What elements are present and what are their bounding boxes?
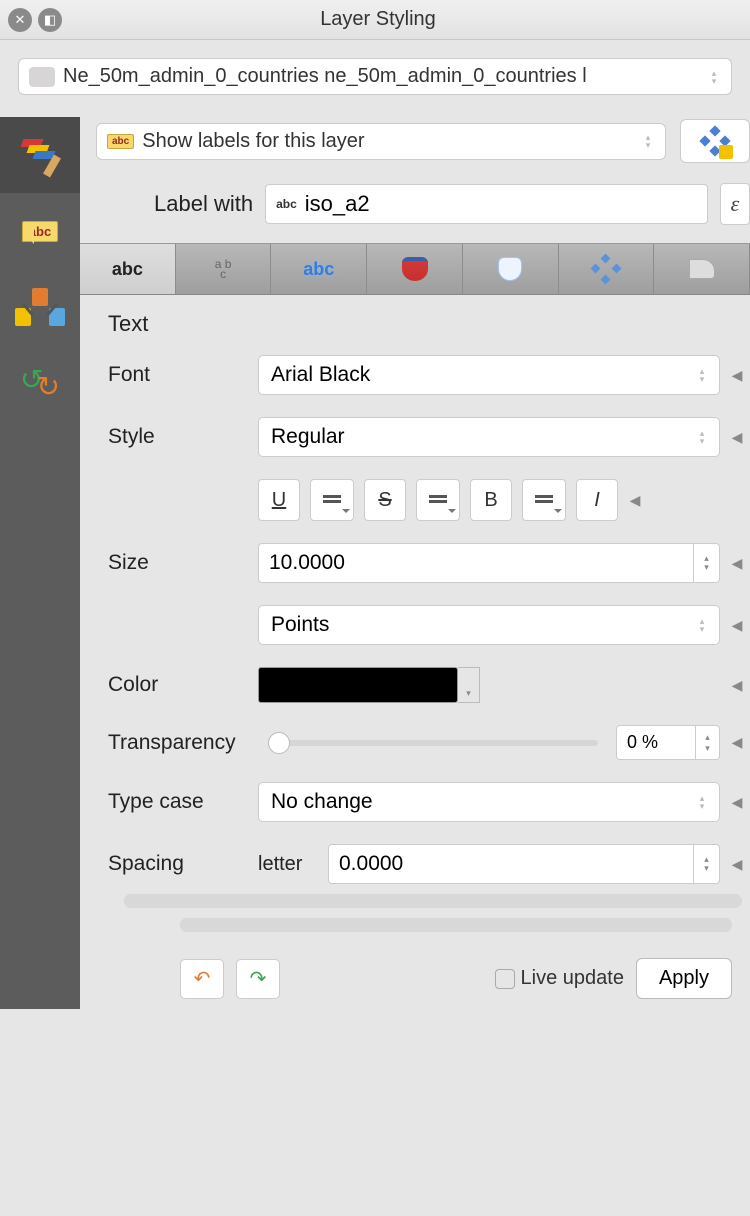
redo-button[interactable]: ↷: [236, 959, 280, 999]
transparency-spinner[interactable]: ▴▾: [696, 725, 720, 760]
tab-formatting[interactable]: a bc: [176, 244, 272, 294]
tab-buffer[interactable]: abc: [271, 244, 367, 294]
close-icon[interactable]: ✕: [8, 8, 32, 32]
abc-tag-icon: abc: [22, 221, 58, 242]
letter-spacing-spinner[interactable]: ▴▾: [694, 844, 720, 884]
auto-placement-button[interactable]: [680, 119, 750, 163]
dock-icon[interactable]: ◧: [38, 8, 62, 32]
strikeout-button[interactable]: S: [364, 479, 406, 521]
size-spinner[interactable]: ▴▾: [694, 543, 720, 583]
layer-selector[interactable]: Ne_50m_admin_0_countries ne_50m_admin_0_…: [18, 58, 732, 95]
layer-name: Ne_50m_admin_0_countries ne_50m_admin_0_…: [63, 65, 587, 88]
formatting-icon: a bc: [215, 259, 232, 279]
sizeunit-override-button[interactable]: [728, 610, 746, 640]
brush-icon: [18, 133, 62, 177]
label-with-label: Label with: [154, 191, 253, 217]
chevron-updown-icon: ▴▾: [639, 133, 657, 149]
bold-button[interactable]: B: [470, 479, 512, 521]
color-picker[interactable]: ▾: [258, 667, 480, 703]
typecase-select[interactable]: No change▴▾: [258, 782, 720, 822]
label-settings-tabs: abc a bc abc: [80, 243, 750, 295]
symbology-mode[interactable]: [0, 117, 80, 193]
override-icon: [429, 493, 447, 507]
undo-button[interactable]: ↶: [180, 959, 224, 999]
checkbox-icon: [495, 969, 515, 989]
labels-mode[interactable]: abc: [0, 193, 80, 269]
undo-redo-icon: ↻↻: [20, 363, 60, 403]
spacing-override-button[interactable]: [728, 849, 746, 879]
inner-scrollbar[interactable]: [124, 894, 742, 908]
font-label: Font: [108, 363, 248, 387]
transparency-override-button[interactable]: [728, 728, 746, 758]
diagram-icon: [15, 288, 65, 326]
underline-override-button[interactable]: [310, 479, 354, 521]
override-icon: [323, 493, 341, 507]
placement-icon: [701, 127, 729, 155]
mode-sidebar: abc ↻↻: [0, 117, 80, 1009]
size-unit-select[interactable]: Points▴▾: [258, 605, 720, 645]
history-mode[interactable]: ↻↻: [0, 345, 80, 421]
transparency-slider[interactable]: [268, 740, 598, 746]
buffer-icon: abc: [303, 259, 334, 280]
stylebtn-override-button[interactable]: [626, 485, 644, 515]
slider-thumb[interactable]: [268, 732, 290, 754]
size-input[interactable]: 10.0000: [258, 543, 694, 583]
chevron-down-icon[interactable]: ▾: [458, 667, 480, 703]
size-override-button[interactable]: [728, 548, 746, 578]
size-label: Size: [108, 551, 248, 575]
label-mode-select[interactable]: abc Show labels for this layer ▴▾: [96, 123, 666, 160]
override-icon: [535, 493, 553, 507]
tab-rendering[interactable]: [654, 244, 750, 294]
shadow-shield-icon: [498, 257, 522, 281]
label-mode-text: Show labels for this layer: [142, 130, 364, 153]
letter-label: letter: [258, 853, 318, 876]
color-swatch: [258, 667, 458, 703]
italic-button[interactable]: I: [576, 479, 618, 521]
placement-icon: [592, 255, 620, 283]
section-header: Text: [108, 311, 746, 337]
expression-button[interactable]: ε: [720, 183, 750, 225]
typecase-label: Type case: [108, 790, 248, 814]
label-field-value: iso_a2: [305, 191, 370, 217]
abc-badge-icon: abc: [107, 134, 134, 149]
typecase-override-button[interactable]: [728, 787, 746, 817]
style-override-button[interactable]: [728, 422, 746, 452]
label-field-input[interactable]: abc iso_a2: [265, 184, 708, 224]
spacing-label: Spacing: [108, 852, 248, 876]
apply-button[interactable]: Apply: [636, 958, 732, 999]
tab-text[interactable]: abc: [80, 244, 176, 294]
layer-icon: [29, 67, 55, 87]
undo-icon: ↶: [194, 966, 211, 991]
titlebar: ✕ ◧ Layer Styling: [0, 0, 750, 40]
shield-icon: [402, 257, 428, 281]
underline-button[interactable]: U: [258, 479, 300, 521]
tab-shadow[interactable]: [463, 244, 559, 294]
abc-prefix-icon: abc: [276, 197, 297, 211]
color-override-button[interactable]: [728, 670, 746, 700]
paintbrush-icon: [689, 259, 715, 279]
letter-spacing-input[interactable]: 0.0000: [328, 844, 694, 884]
tab-placement[interactable]: [559, 244, 655, 294]
window-title: Layer Styling: [68, 8, 688, 31]
font-select[interactable]: Arial Black▴▾: [258, 355, 720, 395]
color-label: Color: [108, 673, 248, 697]
outer-scrollbar[interactable]: [180, 918, 732, 932]
style-select[interactable]: Regular▴▾: [258, 417, 720, 457]
font-override-button[interactable]: [728, 360, 746, 390]
live-update-checkbox[interactable]: Live update: [495, 967, 624, 990]
strikeout-override-button[interactable]: [416, 479, 460, 521]
diagrams-mode[interactable]: [0, 269, 80, 345]
transparency-label: Transparency: [108, 731, 248, 755]
redo-icon: ↷: [250, 966, 267, 991]
bold-override-button[interactable]: [522, 479, 566, 521]
style-label: Style: [108, 425, 248, 449]
transparency-input[interactable]: 0 %: [616, 725, 696, 760]
chevron-updown-icon: ▴▾: [705, 69, 723, 85]
tab-background[interactable]: [367, 244, 463, 294]
